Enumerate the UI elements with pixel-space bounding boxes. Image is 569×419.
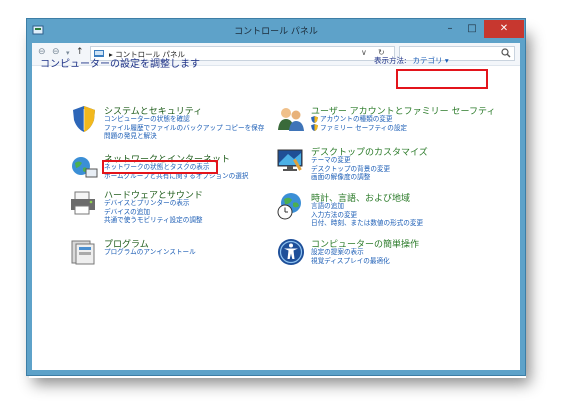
category-link[interactable]: デバイスの追加 [104,208,203,217]
category-link[interactable]: コンピューターの状態を確認 [104,115,264,124]
programs-icon [71,240,95,265]
shield-icon [73,106,95,132]
category-link[interactable]: 言語の追加 [311,202,423,211]
category-link[interactable]: デスクトップの背景の変更 [311,165,390,174]
category-link[interactable]: 問題の発見と解決 [104,132,264,141]
category-link[interactable]: プログラムのアンインストール [104,248,196,257]
category-link[interactable]: ファイル履歴でファイルのバックアップ コピーを保存 [104,124,264,133]
clock-globe-icon [277,193,301,220]
desktop-monitor-icon [277,149,303,171]
printer-icon [71,191,95,215]
uac-shield-icon [311,124,318,132]
category-link[interactable]: アカウントの種類の変更 [311,115,407,124]
category-link[interactable]: 画面の解像度の調整 [311,173,390,182]
link-label[interactable]: アカウントの種類の変更 [320,115,393,124]
view-by-highlight-box [396,69,488,89]
users-icon [278,108,304,131]
category-link[interactable]: 視覚ディスプレイの最適化 [311,257,390,266]
address-dropdown-icon[interactable]: ∨ [361,48,367,57]
network-status-highlight-box [102,160,218,174]
ease-of-access-icon [278,239,304,265]
maximize-button[interactable]: □ [462,20,482,38]
view-by-label: 表示方法: [374,56,407,65]
category-link[interactable]: 入力方法の変更 [311,211,423,220]
search-icon[interactable] [501,48,511,58]
category-link[interactable]: ファミリー セーフティの設定 [311,124,407,133]
category-link[interactable]: 日付、時刻、または数値の形式の変更 [311,219,423,228]
view-by-value[interactable]: カテゴリ ▾ [413,56,449,65]
category-link[interactable]: テーマの変更 [311,156,390,165]
view-by-selector[interactable]: 表示方法: カテゴリ ▾ [374,55,449,66]
minimize-button[interactable]: – [440,20,460,38]
category-link[interactable]: 設定の提案の表示 [311,248,390,257]
uac-shield-icon [311,115,318,123]
page-title: コンピューターの設定を調整します [40,59,200,70]
network-globe-icon [72,157,98,178]
title-bar[interactable]: コントロール パネル – □ ✕ [27,19,525,43]
close-button[interactable]: ✕ [484,20,524,38]
category-link[interactable]: デバイスとプリンターの表示 [104,199,203,208]
category-link[interactable]: 共通で使うモビリティ設定の調整 [104,216,203,225]
link-label[interactable]: ファミリー セーフティの設定 [320,124,407,133]
